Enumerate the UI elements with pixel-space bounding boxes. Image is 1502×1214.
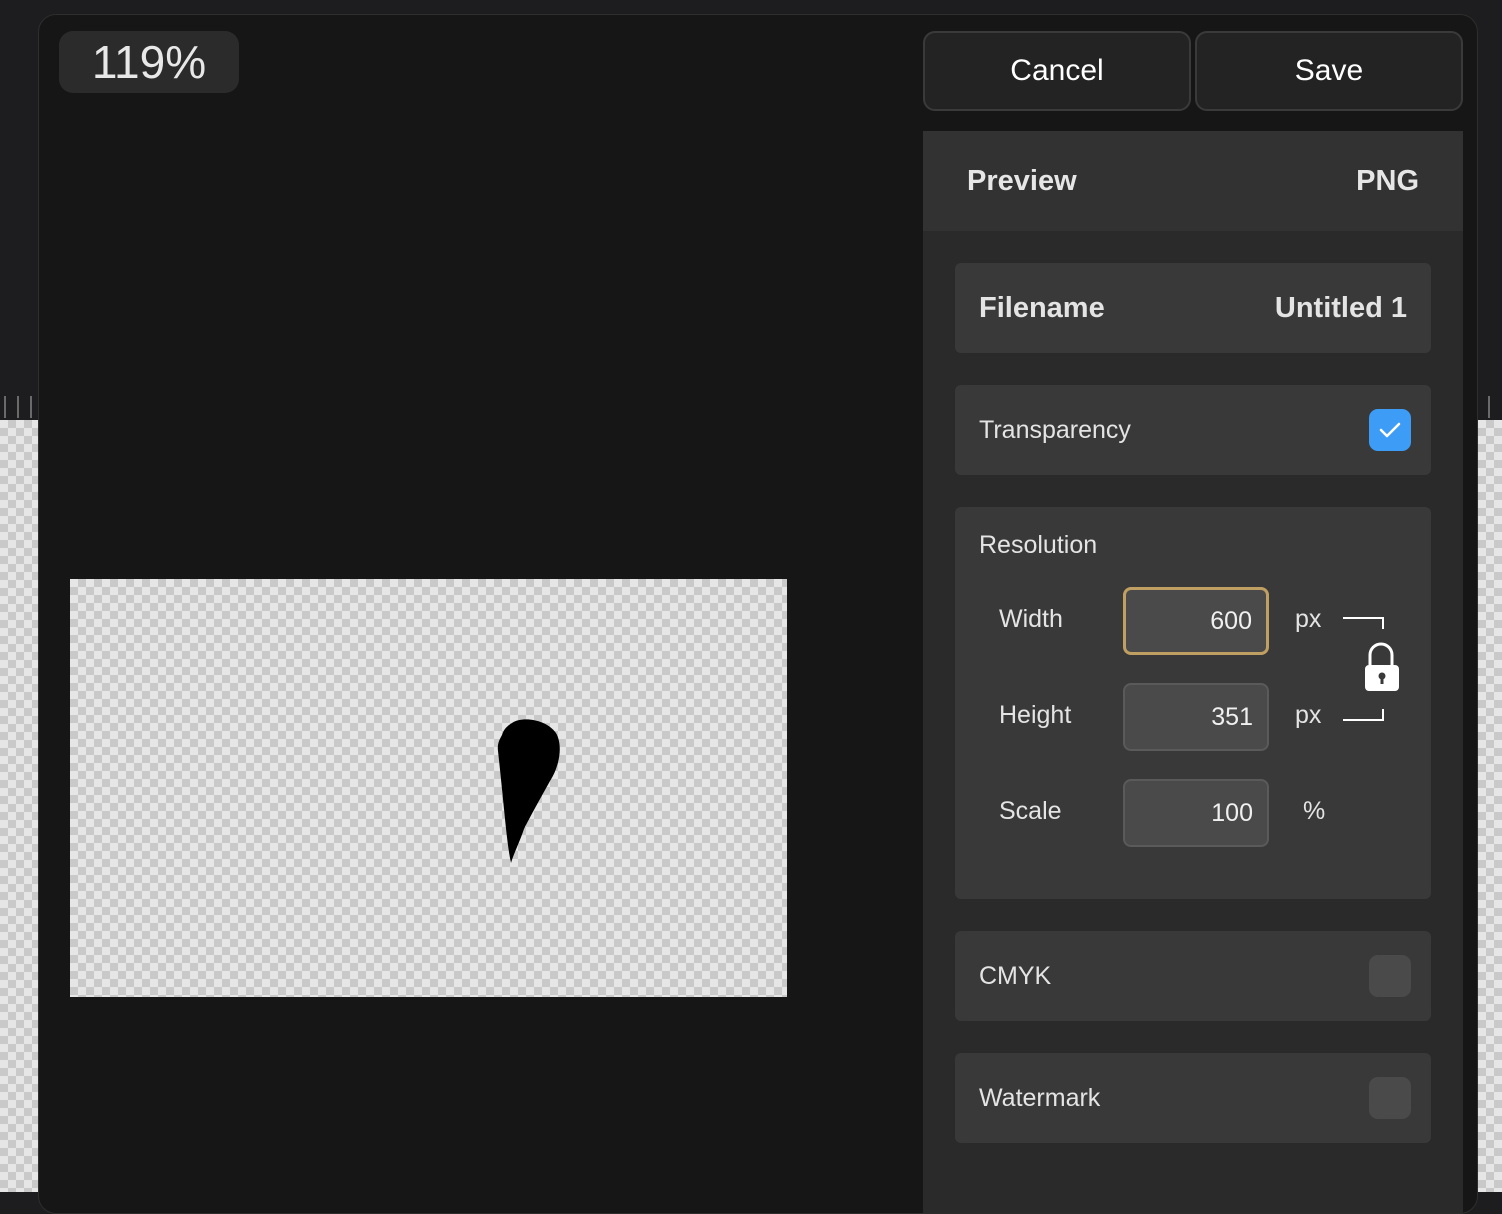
width-input[interactable]: 600 <box>1123 587 1269 655</box>
watermark-checkbox[interactable] <box>1369 1077 1411 1119</box>
resolution-title: Resolution <box>979 531 1098 559</box>
lock-open-icon <box>1343 617 1399 721</box>
transparency-checkbox[interactable] <box>1369 409 1411 451</box>
panel-header: Preview PNG <box>923 131 1463 231</box>
ruler-tick <box>17 396 19 418</box>
height-unit: px <box>1295 701 1322 729</box>
aspect-lock-toggle[interactable] <box>1343 615 1403 725</box>
height-input[interactable]: 351 <box>1123 683 1269 751</box>
checkmark-icon <box>1379 422 1401 438</box>
scale-unit: % <box>1303 797 1326 825</box>
transparency-label: Transparency <box>979 415 1131 444</box>
width-unit: px <box>1295 605 1322 633</box>
ruler-tick <box>30 396 32 418</box>
scale-label: Scale <box>999 797 1062 825</box>
watermark-row[interactable]: Watermark <box>955 1053 1431 1143</box>
export-settings-panel: Preview PNG Filename Untitled 1 Transpar… <box>923 131 1463 1213</box>
background-canvas-right <box>1478 420 1502 1192</box>
filename-field[interactable]: Untitled 1 <box>1275 292 1411 325</box>
filename-row[interactable]: Filename Untitled 1 <box>955 263 1431 353</box>
ruler-tick <box>4 396 6 418</box>
artwork-shape <box>497 719 560 863</box>
cmyk-checkbox[interactable] <box>1369 955 1411 997</box>
background-canvas-left <box>0 420 40 1192</box>
scale-input[interactable]: 100 <box>1123 779 1269 847</box>
cmyk-label: CMYK <box>979 961 1052 990</box>
format-selector[interactable]: PNG <box>1356 165 1419 198</box>
height-label: Height <box>999 701 1072 729</box>
filename-label: Filename <box>979 291 1105 324</box>
resolution-section: Resolution Width 600 px Height 351 px Sc… <box>955 507 1431 899</box>
width-label: Width <box>999 605 1063 633</box>
transparency-row[interactable]: Transparency <box>955 385 1431 475</box>
cancel-button[interactable]: Cancel <box>923 31 1191 111</box>
zoom-level-badge: 119% <box>59 31 239 93</box>
export-preview-canvas <box>70 579 787 997</box>
save-button[interactable]: Save <box>1195 31 1463 111</box>
panel-title: Preview <box>967 164 1077 197</box>
export-dialog: 119% Cancel Save Preview PNG Filename Un… <box>38 14 1478 1214</box>
ruler-tick <box>1488 396 1490 418</box>
dialog-action-bar: Cancel Save <box>923 31 1463 111</box>
cmyk-row[interactable]: CMYK <box>955 931 1431 1021</box>
watermark-label: Watermark <box>979 1083 1101 1112</box>
